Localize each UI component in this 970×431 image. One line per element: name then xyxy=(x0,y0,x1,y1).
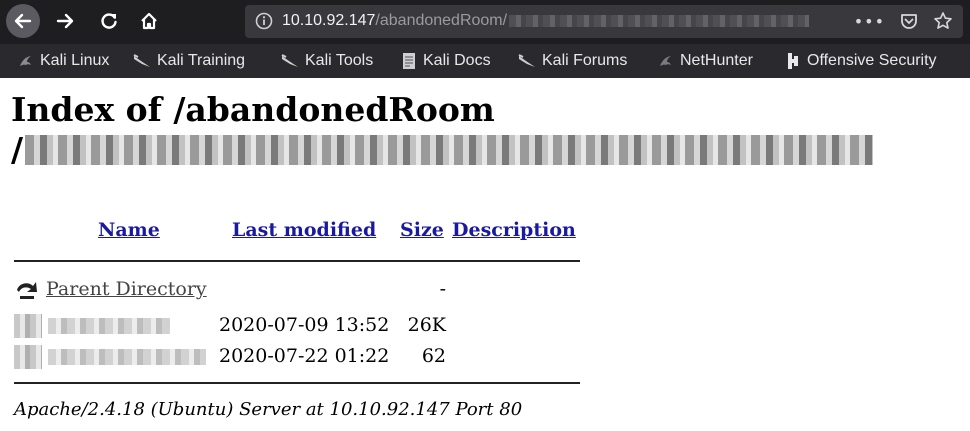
server-signature: Apache/2.4.18 (Ubuntu) Server at 10.10.9… xyxy=(14,399,523,420)
redacted-file-link[interactable] xyxy=(48,318,170,334)
document-icon xyxy=(403,53,415,69)
bookmark-star-icon[interactable] xyxy=(933,11,953,31)
pocket-icon[interactable] xyxy=(899,11,919,31)
bookmark-offensive-security[interactable]: Offensive Security xyxy=(785,51,937,71)
nethunter-icon xyxy=(660,56,671,66)
bookmark-label: Kali Forums xyxy=(542,52,628,69)
file-date: 2020-07-09 13:52 xyxy=(219,314,390,336)
back-button[interactable] xyxy=(6,4,40,38)
browser-toolbar: 10.10.92.147/abandonedRoom/ ••• xyxy=(0,0,970,44)
table-divider-top xyxy=(14,260,580,262)
bookmark-kali-docs[interactable]: Kali Docs xyxy=(401,51,491,71)
bookmark-label: Offensive Security xyxy=(807,52,937,69)
forward-icon xyxy=(56,13,74,29)
bookmark-label: Kali Training xyxy=(157,52,246,69)
bookmark-nethunter[interactable]: NetHunter xyxy=(658,51,753,71)
bookmark-kali-forums[interactable]: Kali Forums xyxy=(518,51,627,71)
table-row: 2020-07-22 01:22 62 xyxy=(14,343,594,371)
parent-directory-link[interactable]: Parent Directory xyxy=(46,276,207,302)
table-row-parent: Parent Directory - xyxy=(14,276,594,304)
kali-dragon-icon xyxy=(20,56,31,66)
bookmark-kali-linux[interactable]: Kali Linux xyxy=(18,51,109,71)
column-header-description[interactable]: Description xyxy=(452,218,576,242)
address-bar[interactable]: 10.10.92.147/abandonedRoom/ ••• xyxy=(245,5,963,38)
kali-dragon-icon xyxy=(281,54,298,67)
url-path: /abandonedRoom/ xyxy=(375,12,508,29)
back-folder-icon xyxy=(17,282,37,299)
offsec-icon xyxy=(788,53,798,69)
bookmark-kali-training[interactable]: Kali Training xyxy=(133,51,245,71)
redacted-path-segment xyxy=(25,135,874,165)
kali-dragon-icon xyxy=(518,54,535,67)
back-icon xyxy=(14,13,32,29)
home-icon xyxy=(141,12,157,30)
bookmark-kali-tools[interactable]: Kali Tools xyxy=(281,51,373,71)
table-row: 2020-07-09 13:52 26K xyxy=(14,312,594,340)
page-title-continuation: / xyxy=(11,130,874,170)
home-button[interactable] xyxy=(132,4,166,38)
bookmark-label: Kali Docs xyxy=(423,52,491,69)
url-host: 10.10.92.147 xyxy=(282,12,376,29)
redacted-file-link[interactable] xyxy=(48,349,206,365)
page-title: Index of /abandonedRoom xyxy=(11,90,495,129)
page-title-prefix: / xyxy=(11,130,24,169)
bookmark-label: NetHunter xyxy=(680,52,753,69)
url-text[interactable]: 10.10.92.147/abandonedRoom/ xyxy=(282,11,810,31)
table-divider-bottom xyxy=(14,382,580,384)
file-size: 62 xyxy=(421,345,446,367)
column-header-size[interactable]: Size xyxy=(400,218,444,242)
kali-dragon-icon xyxy=(133,54,150,67)
file-icon xyxy=(14,345,42,369)
forward-button[interactable] xyxy=(48,4,82,38)
parent-size: - xyxy=(439,278,446,300)
file-date: 2020-07-22 01:22 xyxy=(219,345,390,367)
file-size: 26K xyxy=(407,314,446,336)
bookmarks-toolbar: Kali Linux Kali Training Kali Tools Kali… xyxy=(0,44,970,78)
url-redacted-segment xyxy=(509,14,810,27)
page-actions-menu-button[interactable]: ••• xyxy=(854,12,885,31)
bookmark-label: Kali Linux xyxy=(40,52,110,69)
info-icon[interactable] xyxy=(255,12,273,35)
column-header-name[interactable]: Name xyxy=(98,218,160,242)
reload-button[interactable] xyxy=(92,4,126,38)
page-content: Index of /abandonedRoom / Name Last modi… xyxy=(0,78,970,431)
column-header-last-modified[interactable]: Last modified xyxy=(232,218,376,242)
reload-icon xyxy=(101,13,117,29)
file-icon xyxy=(14,314,42,338)
bookmark-label: Kali Tools xyxy=(305,52,374,69)
url-actions: ••• xyxy=(854,11,953,31)
